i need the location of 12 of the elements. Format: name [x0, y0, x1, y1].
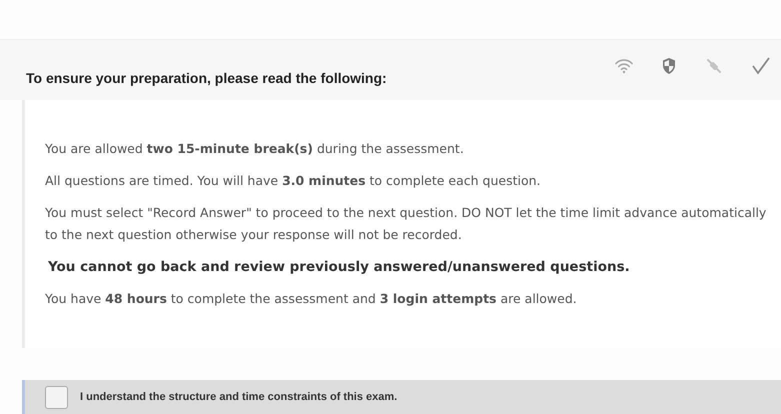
plug-icon	[705, 57, 723, 75]
check-icon	[751, 57, 771, 75]
notice-text: All questions are timed. You will have 3.0 minutes to complete each question.	[45, 172, 542, 190]
shield-icon	[661, 57, 677, 75]
notice-text: You must select "Record Answer" to proceed to the next question. DO NOT let the time limit advance automatically to the next question otherwise your response will not be recorded.	[45, 204, 768, 244]
wifi-icon	[615, 58, 633, 74]
agreement-checkbox[interactable]	[45, 386, 68, 408]
header-title: To ensure your preparation, please read the following:	[26, 68, 387, 88]
notice-text: You cannot go back and review previously answered/unanswered questions.	[47, 258, 631, 277]
agreement-label: I understand the structure and time constraints of this exam.	[80, 390, 398, 405]
notice-text: You are allowed two 15-minute break(s) during the assessment.	[45, 140, 465, 158]
notice-text: You have 48 hours to complete the assessment and 3 login attempts are allowed.	[45, 290, 578, 308]
